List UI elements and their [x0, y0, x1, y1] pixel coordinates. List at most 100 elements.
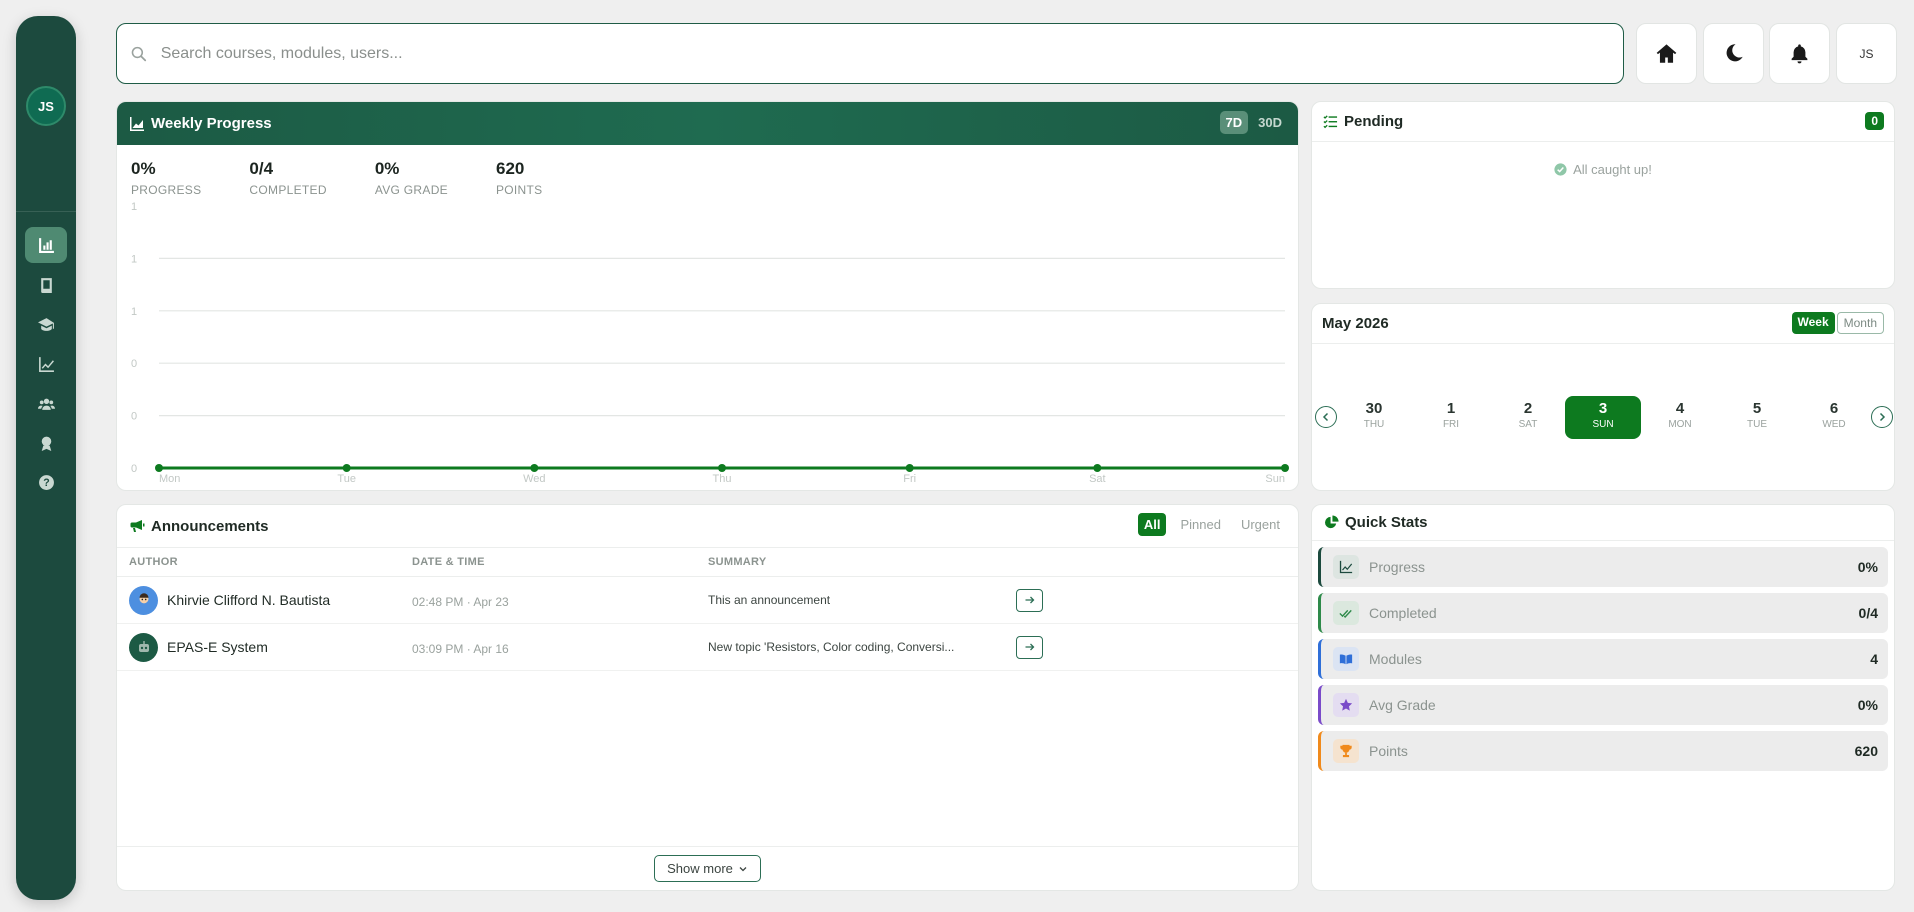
- search-bar: [116, 23, 1624, 84]
- book-icon: [40, 277, 52, 293]
- calendar-view-month[interactable]: Month: [1836, 312, 1884, 334]
- search-input[interactable]: [160, 44, 1623, 63]
- calendar-day[interactable]: 2 SAT: [1490, 396, 1566, 439]
- sidebar-item-help[interactable]: ?: [25, 464, 67, 500]
- calendar-day[interactable]: 6 WED: [1796, 396, 1872, 439]
- line-chart-icon: [38, 356, 54, 372]
- announcement-datetime: 03:09 PM · Apr 16: [412, 642, 509, 656]
- sidebar-divider: [16, 211, 76, 212]
- open-announcement-button[interactable]: [1016, 635, 1043, 659]
- data-point[interactable]: [155, 464, 163, 472]
- filter-tab-pinned[interactable]: Pinned: [1174, 513, 1226, 536]
- moon-icon: [1726, 44, 1743, 62]
- announcements-footer: Show more: [117, 846, 1298, 890]
- announcement-datetime: 02:48 PM · Apr 23: [412, 595, 509, 609]
- kpi-value: 0%: [131, 159, 156, 178]
- kpi-row: 0% PROGRESS 0/4 COMPLETED 0% AVG GRADE 6…: [117, 145, 1298, 197]
- data-point[interactable]: [530, 464, 539, 472]
- data-point[interactable]: [905, 464, 914, 472]
- stat-icon-wrap: [1333, 647, 1359, 671]
- calendar-card: May 2026 Week Month 30 THU 1 FRI 2 SAT 3 SUN…: [1311, 303, 1895, 491]
- sidebar-item-achievements[interactable]: [25, 425, 67, 461]
- kpi-completed: 0/4 COMPLETED: [249, 159, 326, 197]
- announcements-table-header: AUTHOR DATE & TIME SUMMARY: [117, 548, 1298, 577]
- calendar-next-button[interactable]: [1871, 406, 1893, 428]
- range-tab-30d[interactable]: 30D: [1252, 111, 1288, 134]
- show-more-button[interactable]: Show more: [654, 855, 761, 882]
- kpi-avg-grade: 0% AVG GRADE: [375, 159, 448, 197]
- sidebar: JS ?: [16, 16, 76, 900]
- announcement-summary: New topic 'Resistors, Color coding, Conv…: [708, 640, 955, 654]
- stat-label: Points: [1369, 743, 1408, 759]
- calendar-prev-button[interactable]: [1315, 406, 1337, 428]
- calendar-view-week[interactable]: Week: [1791, 312, 1835, 334]
- home-button[interactable]: [1636, 23, 1697, 84]
- calendar-header: May 2026 Week Month: [1312, 304, 1894, 344]
- profile-button[interactable]: JS: [1836, 23, 1897, 84]
- data-point[interactable]: [342, 464, 351, 472]
- user-avatar-icon: [139, 593, 148, 604]
- data-point[interactable]: [1281, 464, 1289, 472]
- sidebar-item-learning[interactable]: [25, 306, 67, 342]
- table-row: Khirvie Clifford N. Bautista 02:48 PM · …: [117, 577, 1298, 624]
- notifications-button[interactable]: [1769, 23, 1830, 84]
- kpi-label: COMPLETED: [249, 183, 327, 197]
- x-tick-label: Sat: [1089, 473, 1106, 485]
- filter-tab-all[interactable]: All: [1137, 513, 1167, 536]
- sidebar-item-dashboard[interactable]: [25, 227, 67, 263]
- stat-label: Completed: [1369, 605, 1437, 621]
- column-header-author: AUTHOR: [129, 556, 178, 568]
- pending-count-badge: 0: [1865, 112, 1884, 130]
- stat-icon-wrap: [1333, 739, 1359, 763]
- data-point[interactable]: [1093, 464, 1102, 472]
- y-tick-label: 0: [131, 358, 137, 370]
- announcement-summary: This an announcement: [708, 593, 831, 607]
- calendar-day[interactable]: 4 MON: [1642, 396, 1718, 439]
- star-icon: [1339, 698, 1353, 711]
- stat-label: Modules: [1369, 651, 1422, 667]
- check-circle-icon: [1554, 163, 1567, 176]
- sidebar-item-courses[interactable]: [25, 267, 67, 303]
- chevron-down-icon: [739, 866, 747, 871]
- pie-chart-icon: [1325, 515, 1339, 529]
- kpi-label: AVG GRADE: [374, 183, 448, 197]
- svg-text:?: ?: [43, 477, 49, 489]
- chevron-right-icon: [1879, 412, 1886, 422]
- pending-title: Pending: [1344, 113, 1404, 130]
- area-chart-icon: [130, 116, 144, 131]
- column-header-summary: SUMMARY: [708, 556, 767, 568]
- kpi-progress: 0% PROGRESS: [131, 159, 201, 197]
- filter-tab-urgent[interactable]: Urgent: [1235, 513, 1286, 536]
- day-weekday: WED: [1822, 419, 1846, 430]
- kpi-value: 0/4: [249, 159, 274, 178]
- stat-avg-grade: Avg Grade 0%: [1318, 685, 1888, 725]
- kpi-value: 0%: [374, 159, 400, 178]
- calendar-month-title: May 2026: [1322, 315, 1389, 332]
- calendar-day-selected[interactable]: 3 SUN: [1565, 396, 1641, 439]
- column-header-datetime: DATE & TIME: [412, 556, 485, 568]
- open-announcement-button[interactable]: [1016, 588, 1043, 612]
- double-check-icon: [1339, 609, 1352, 618]
- show-more-label: Show more: [667, 861, 733, 876]
- pending-card: Pending 0 All caught up!: [1311, 101, 1895, 289]
- sidebar-item-users[interactable]: [25, 386, 67, 422]
- data-point[interactable]: [718, 464, 726, 472]
- range-tab-7d[interactable]: 7D: [1219, 111, 1249, 134]
- weekly-progress-card: Weekly Progress 7D 30D 0% PROGRESS 0/4 C…: [116, 101, 1299, 491]
- calendar-day[interactable]: 5 TUE: [1719, 396, 1795, 439]
- calendar-day[interactable]: 30 THU: [1336, 396, 1412, 439]
- stat-icon-wrap: [1333, 601, 1359, 625]
- author-name: EPAS-E System: [167, 639, 268, 655]
- sidebar-item-analytics[interactable]: [25, 346, 67, 382]
- kpi-label: PROGRESS: [131, 183, 202, 197]
- theme-toggle-button[interactable]: [1703, 23, 1764, 84]
- sidebar-avatar[interactable]: JS: [26, 86, 66, 126]
- y-tick-label: 1: [131, 306, 137, 318]
- announcements-title: Announcements: [151, 517, 269, 535]
- arrow-right-icon: [1025, 596, 1034, 604]
- arrow-right-icon: [1025, 643, 1034, 651]
- stat-value: 0/4: [1858, 605, 1878, 621]
- calendar-day[interactable]: 1 FRI: [1413, 396, 1489, 439]
- day-number: 2: [1523, 400, 1533, 417]
- stat-label: Avg Grade: [1369, 697, 1436, 713]
